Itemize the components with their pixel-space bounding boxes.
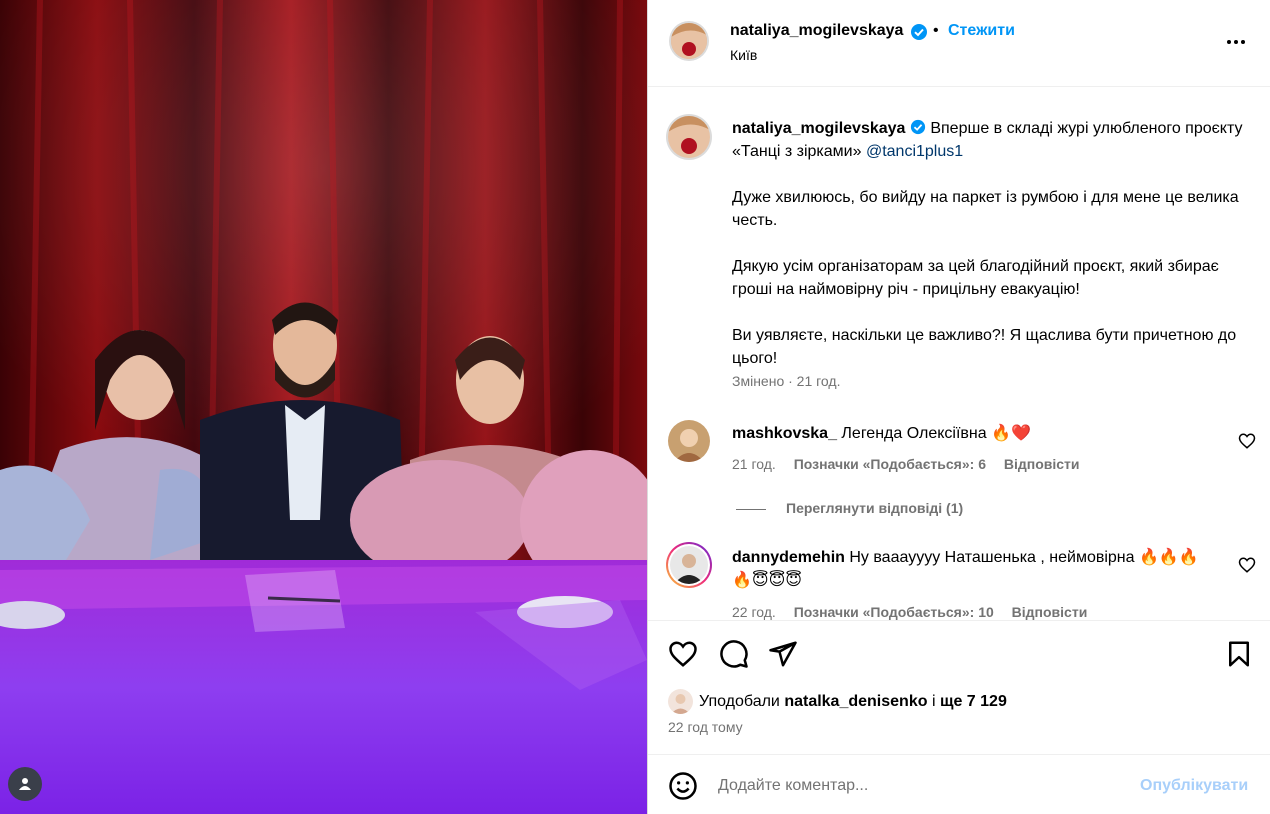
caption-paragraph-3: Дякую усім організаторам за цей благодій… bbox=[732, 258, 1219, 298]
caption-author-avatar-image bbox=[668, 116, 710, 158]
reply-button[interactable]: Відповісти bbox=[1004, 456, 1080, 472]
location-link[interactable]: Київ bbox=[730, 47, 757, 63]
comment-text: Легенда Олексіївна 🔥❤️ bbox=[841, 425, 1031, 442]
verified-badge-icon bbox=[910, 119, 926, 135]
user-profile-button[interactable] bbox=[8, 767, 42, 801]
comment-bubble-icon[interactable] bbox=[719, 639, 749, 669]
likes-connector: і bbox=[931, 692, 936, 710]
commenter-avatar-story-ring[interactable] bbox=[666, 542, 712, 588]
author-avatar[interactable] bbox=[669, 21, 709, 61]
comment-body: mashkovska_ Легенда Олексіївна 🔥❤️ bbox=[732, 422, 1202, 445]
comment-likes-count[interactable]: Позначки «Подобається»: 10 bbox=[794, 604, 994, 620]
liker-username[interactable]: natalka_denisenko bbox=[784, 693, 927, 711]
follow-button[interactable]: Стежити bbox=[948, 22, 1015, 40]
author-avatar-image bbox=[671, 23, 707, 59]
caption-author-avatar[interactable] bbox=[666, 114, 712, 160]
like-heart-icon[interactable] bbox=[668, 639, 698, 669]
comment-time: 22 год. bbox=[732, 604, 776, 620]
post-timestamp[interactable]: 22 год тому bbox=[668, 719, 743, 735]
comment-like-heart-icon[interactable] bbox=[1238, 556, 1256, 574]
post-details-panel: nataliya_mogilevskaya • Стежити Київ nat… bbox=[647, 0, 1270, 814]
post-photo[interactable] bbox=[0, 0, 647, 814]
emoji-picker-icon[interactable] bbox=[668, 771, 698, 801]
view-replies-button[interactable]: Переглянути відповіді (1) bbox=[736, 500, 963, 516]
commenter-avatar-image bbox=[670, 546, 708, 584]
commenter-avatar[interactable] bbox=[668, 420, 710, 462]
commenter-username[interactable]: mashkovska_ bbox=[732, 425, 837, 442]
publish-button[interactable]: Опублікувати bbox=[1140, 777, 1248, 795]
comment-like-heart-icon[interactable] bbox=[1238, 432, 1256, 450]
comment-body: dannydemehin Ну вааауууу Наташенька , не… bbox=[732, 546, 1202, 592]
add-comment-bar: Опублікувати bbox=[648, 754, 1270, 814]
separator-dot: • bbox=[933, 22, 939, 39]
save-bookmark-icon[interactable] bbox=[1224, 639, 1254, 669]
comment-time: 21 год. bbox=[732, 456, 776, 472]
more-options-icon[interactable] bbox=[1224, 34, 1252, 50]
replies-divider-line bbox=[736, 508, 766, 510]
share-send-icon[interactable] bbox=[768, 639, 798, 669]
verified-badge-icon bbox=[911, 24, 927, 40]
post-actions-section: Уподобали natalka_denisenko і ще 7 129 2… bbox=[648, 620, 1270, 753]
comments-scroll-area[interactable]: nataliya_mogilevskaya Вперше в складі жу… bbox=[648, 88, 1270, 620]
caption-mention-link[interactable]: @tanci1plus1 bbox=[866, 143, 963, 160]
commenter-username[interactable]: dannydemehin bbox=[732, 549, 845, 566]
caption-meta: Змінено · 21 год. bbox=[732, 373, 841, 389]
comment-likes-count[interactable]: Позначки «Подобається»: 6 bbox=[794, 456, 986, 472]
comment-meta: 21 год. Позначки «Подобається»: 6 Відпов… bbox=[732, 456, 1094, 472]
post-header: nataliya_mogilevskaya • Стежити Київ bbox=[648, 0, 1270, 87]
likes-count-link[interactable]: ще 7 129 bbox=[940, 693, 1007, 711]
liker-avatar[interactable] bbox=[668, 689, 693, 714]
comment-input[interactable] bbox=[718, 769, 1118, 803]
caption-text: nataliya_mogilevskaya Вперше в складі жу… bbox=[732, 117, 1252, 370]
comment-meta: 22 год. Позначки «Подобається»: 10 Відпо… bbox=[732, 604, 1101, 620]
caption-paragraph-4: Ви уявляєте, наскільки це важливо?! Я ща… bbox=[732, 327, 1237, 367]
liker-avatar-image bbox=[668, 689, 693, 714]
author-username[interactable]: nataliya_mogilevskaya bbox=[730, 22, 903, 40]
likes-prefix: Уподобали bbox=[699, 692, 780, 710]
view-replies-label: Переглянути відповіді (1) bbox=[786, 500, 964, 516]
post-photo-illustration bbox=[0, 0, 647, 814]
caption-paragraph-2: Дуже хвилююсь, бо вийду на паркет із рум… bbox=[732, 189, 1239, 229]
person-icon bbox=[19, 778, 31, 790]
caption-username[interactable]: nataliya_mogilevskaya bbox=[732, 120, 905, 137]
reply-button[interactable]: Відповісти bbox=[1012, 604, 1088, 620]
commenter-avatar-image bbox=[668, 420, 710, 462]
likes-summary: Уподобали natalka_denisenko і ще 7 129 bbox=[668, 689, 1007, 714]
